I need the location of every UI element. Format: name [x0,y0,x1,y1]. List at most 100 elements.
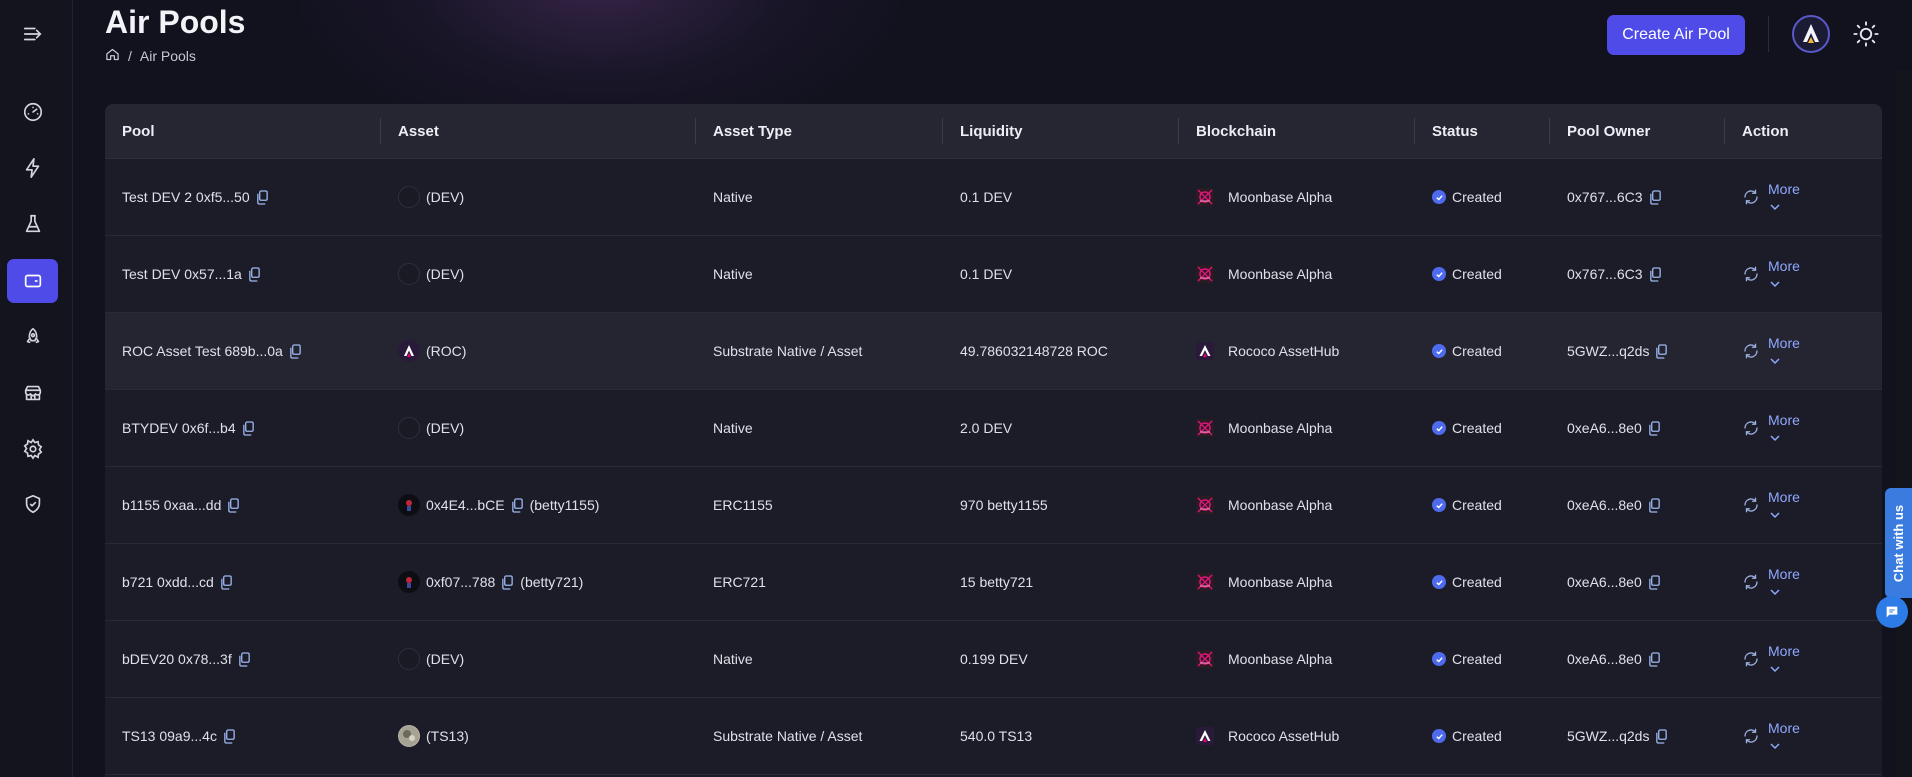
pool-owner: 0xeA6...8e0 [1567,497,1642,513]
table-row[interactable]: Test DEV 0x57...1a (DEV) Native 0.1 DEV Moon… [105,236,1882,313]
chat-with-us-tab[interactable]: Chat with us [1885,488,1912,598]
asset-logo-icon [398,186,420,208]
scrollbar[interactable] [1896,70,1912,777]
check-circle-icon [1432,652,1446,666]
flask-icon[interactable] [7,202,58,246]
asset-cell: (ROC) [381,313,696,389]
table-row[interactable]: BTYDEV 0x6f...b4 (DEV) Native 2.0 DEV Moonba… [105,390,1882,467]
more-button[interactable]: More [1768,642,1800,676]
copy-icon[interactable] [238,651,251,667]
more-button[interactable]: More [1768,488,1800,522]
avatar[interactable] [1792,15,1830,53]
refresh-icon[interactable] [1742,496,1760,514]
status-cell: Created [1415,467,1550,543]
refresh-icon[interactable] [1742,727,1760,745]
copy-icon[interactable] [1649,189,1662,205]
blockchain-cell: Moonbase Alpha [1179,390,1415,466]
copy-icon[interactable] [223,728,236,744]
more-button[interactable]: More [1768,565,1800,599]
table-row[interactable]: b1155 0xaa...dd 0x4E4...bCE (betty1155) ERC… [105,467,1882,544]
copy-icon[interactable] [1649,266,1662,282]
pool-name: TS13 09a9...4c [122,728,217,744]
blockchain-cell: Moonbase Alpha [1179,159,1415,235]
refresh-icon[interactable] [1742,573,1760,591]
table-row[interactable]: ROC Asset Test 689b...0a (ROC) Substrate N… [105,313,1882,390]
more-button[interactable]: More [1768,411,1800,445]
create-air-pool-button[interactable]: Create Air Pool [1607,15,1745,55]
asset-address: 0xf07...788 [426,574,496,590]
copy-icon[interactable] [248,266,261,282]
column-header-pool: Pool [105,104,381,158]
refresh-icon[interactable] [1742,342,1760,360]
dashboard-icon[interactable] [7,90,58,134]
copy-icon[interactable] [1648,574,1661,590]
table-row[interactable]: Test DEV 2 0xf5...50 (DEV) Native 0.1 DEV Mo… [105,159,1882,236]
copy-icon[interactable] [1655,343,1668,359]
blockchain-cell: Moonbase Alpha [1179,467,1415,543]
blockchain-name: Moonbase Alpha [1228,266,1333,282]
asset-cell: 0xf07...788 (betty721) [381,544,696,620]
check-circle-icon [1432,267,1446,281]
blockchain-cell: Moonbase Alpha [1179,236,1415,312]
store-icon[interactable] [7,371,58,415]
asset-cell: (DEV) [381,621,696,697]
copy-icon[interactable] [501,574,514,590]
blockchain-logo-icon [1196,342,1214,360]
breadcrumb-current: Air Pools [139,48,196,64]
status-badge: Created [1452,266,1502,282]
table-row[interactable]: TS13 09a9...4c (TS13) Substrate Native / A… [105,698,1882,775]
blockchain-cell: Moonbase Alpha [1179,621,1415,697]
copy-icon[interactable] [1648,497,1661,513]
owner-cell: 0xeA6...8e0 [1550,390,1725,466]
asset-cell: 0x4E4...bCE (betty1155) [381,467,696,543]
lightning-icon[interactable] [7,146,58,190]
liquidity-cell: 2.0 DEV [960,420,1013,436]
action-cell: More [1725,544,1882,620]
table-row[interactable]: bDEV20 0x78...3f (DEV) Native 0.199 DEV Moon… [105,621,1882,698]
status-badge: Created [1452,728,1502,744]
refresh-icon[interactable] [1742,265,1760,283]
asset-logo-icon [398,571,420,593]
pool-name: b1155 0xaa...dd [122,497,222,513]
liquidity-cell: 49.786032148728 ROC [960,343,1108,359]
asset-type-cell: ERC721 [713,574,766,590]
asset-logo-icon [398,340,420,362]
table-row[interactable]: b721 0xdd...cd 0xf07...788 (betty721) ERC72… [105,544,1882,621]
settings-icon[interactable] [7,427,58,471]
refresh-icon[interactable] [1742,419,1760,437]
copy-icon[interactable] [289,343,302,359]
more-button[interactable]: More [1768,257,1800,291]
copy-icon[interactable] [220,574,233,590]
chat-bubble-icon[interactable] [1876,596,1908,628]
refresh-icon[interactable] [1742,650,1760,668]
collapse-menu-icon[interactable] [7,12,58,56]
more-button[interactable]: More [1768,180,1800,214]
shield-icon[interactable] [7,482,58,526]
pool-owner: 0xeA6...8e0 [1567,651,1642,667]
copy-icon[interactable] [242,420,255,436]
sun-icon[interactable] [1849,17,1883,51]
refresh-icon[interactable] [1742,188,1760,206]
owner-cell: 0xeA6...8e0 [1550,621,1725,697]
blockchain-cell: Moonbase Alpha [1179,544,1415,620]
copy-icon[interactable] [227,497,240,513]
asset-symbol: (betty1155) [529,497,600,513]
copy-icon[interactable] [1648,420,1661,436]
table-header: Pool Asset Asset Type Liquidity Blockcha… [105,104,1882,159]
copy-icon[interactable] [1655,728,1668,744]
home-icon[interactable] [105,47,120,65]
pool-cell: b721 0xdd...cd [105,544,381,620]
pool-owner: 5GWZ...q2ds [1567,343,1650,359]
copy-icon[interactable] [256,189,269,205]
status-cell: Created [1415,390,1550,466]
action-cell: More [1725,390,1882,466]
more-button[interactable]: More [1768,334,1800,368]
copy-icon[interactable] [1648,651,1661,667]
copy-icon[interactable] [511,497,524,513]
more-button[interactable]: More [1768,719,1800,753]
column-header-pool-owner: Pool Owner [1550,104,1725,158]
owner-cell: 0xeA6...8e0 [1550,467,1725,543]
action-cell: More [1725,159,1882,235]
rocket-icon[interactable] [7,315,58,359]
wallet-icon[interactable] [7,259,58,303]
